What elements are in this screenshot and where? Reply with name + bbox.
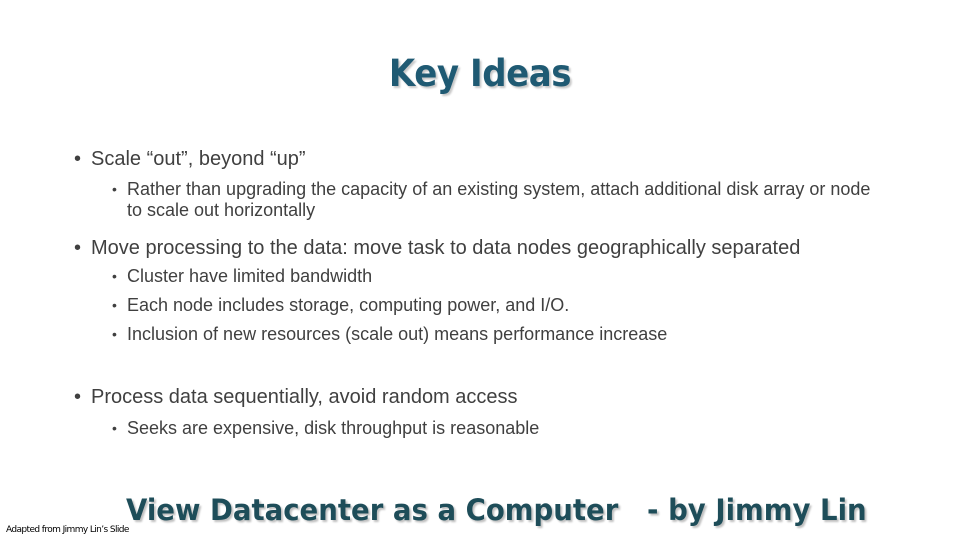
bullet-icon: • (112, 420, 117, 436)
bullet-icon: • (74, 237, 82, 259)
bullet-point-1: • Scale “out”, beyond “up” • Rather than… (74, 146, 887, 221)
bullet-level1: • Scale “out”, beyond “up” (74, 146, 887, 173)
bullet-text: Cluster have limited bandwidth (127, 266, 373, 286)
bullet-level2: • Inclusion of new resources (scale out)… (74, 324, 844, 345)
bullet-point-3: • Process data sequentially, avoid rando… (74, 384, 539, 439)
bullet-level1: • Process data sequentially, avoid rando… (74, 384, 539, 411)
bullet-text: Rather than upgrading the capacity of an… (127, 179, 871, 220)
bullet-icon: • (112, 326, 117, 342)
bullet-icon: • (74, 386, 82, 408)
bullet-text: Seeks are expensive, disk throughput is … (127, 418, 540, 438)
bullet-icon: • (112, 297, 117, 313)
footer-credit: Adapted from Jimmy Lin’s Slide (6, 525, 129, 535)
bullet-level2: • Each node includes storage, computing … (74, 295, 844, 316)
bullet-level2: • Seeks are expensive, disk throughput i… (74, 418, 539, 439)
bullet-icon: • (74, 148, 82, 170)
bullet-text: Inclusion of new resources (scale out) m… (127, 324, 668, 344)
slide-title: Key Ideas (388, 52, 572, 95)
bullet-level1: • Move processing to the data: move task… (74, 235, 844, 262)
bullet-point-2: • Move processing to the data: move task… (74, 235, 844, 345)
footer-title: View Datacenter as a Computer - by Jimmy… (126, 493, 867, 527)
bullet-icon: • (112, 181, 117, 197)
bullet-icon: • (112, 268, 117, 284)
bullet-text: Process data sequentially, avoid random … (91, 386, 518, 408)
bullet-text: Scale “out”, beyond “up” (91, 148, 306, 170)
bullet-text: Each node includes storage, computing po… (127, 295, 570, 315)
bullet-level2: • Rather than upgrading the capacity of … (74, 179, 887, 221)
bullet-text: Move processing to the data: move task t… (91, 237, 801, 259)
bullet-level2: • Cluster have limited bandwidth (74, 266, 844, 287)
